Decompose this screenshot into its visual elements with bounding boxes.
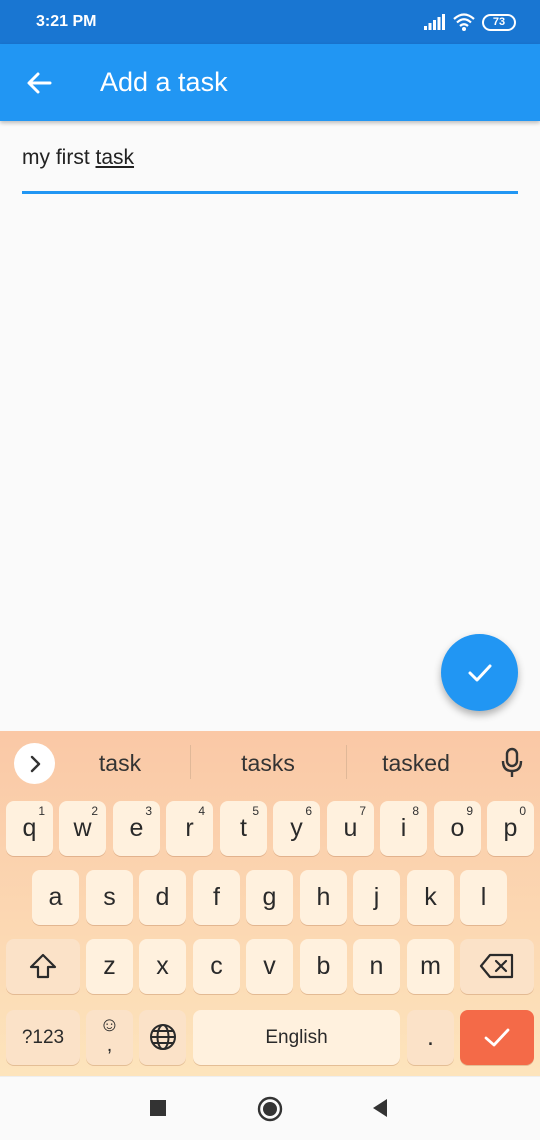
backspace-key[interactable] bbox=[460, 939, 534, 994]
key-u[interactable]: u7 bbox=[327, 801, 374, 856]
key-c[interactable]: c bbox=[193, 939, 240, 994]
suggestion-item[interactable]: tasks bbox=[218, 750, 318, 777]
key-j[interactable]: j bbox=[353, 870, 400, 925]
key-z[interactable]: z bbox=[86, 939, 133, 994]
key-g[interactable]: g bbox=[246, 870, 293, 925]
key-a[interactable]: a bbox=[32, 870, 79, 925]
expand-toolbar-button[interactable] bbox=[14, 743, 55, 784]
wifi-icon bbox=[453, 13, 475, 31]
task-title-input[interactable]: my first task bbox=[22, 140, 518, 194]
key-i[interactable]: i8 bbox=[380, 801, 427, 856]
emoji-comma-key[interactable]: ☺ , bbox=[86, 1010, 133, 1065]
shift-key[interactable] bbox=[6, 939, 80, 994]
microphone-icon[interactable] bbox=[498, 747, 526, 779]
suggestion-item[interactable]: tasked bbox=[366, 750, 466, 777]
check-icon bbox=[468, 664, 492, 682]
recents-icon[interactable] bbox=[149, 1097, 167, 1119]
page-title: Add a task bbox=[100, 67, 228, 97]
space-key[interactable]: English bbox=[193, 1010, 400, 1065]
app-bar: Add a task bbox=[0, 44, 540, 121]
backspace-icon bbox=[479, 953, 514, 979]
key-r[interactable]: r4 bbox=[166, 801, 213, 856]
suggestion-divider bbox=[190, 745, 191, 779]
home-icon[interactable] bbox=[257, 1096, 283, 1122]
key-v[interactable]: v bbox=[246, 939, 293, 994]
globe-icon bbox=[149, 1024, 176, 1050]
key-p[interactable]: p0 bbox=[487, 801, 534, 856]
chevron-right-icon bbox=[30, 755, 41, 773]
enter-key[interactable] bbox=[460, 1010, 534, 1065]
check-icon bbox=[484, 1028, 510, 1047]
key-t[interactable]: t5 bbox=[220, 801, 267, 856]
key-l[interactable]: l bbox=[460, 870, 507, 925]
input-underline bbox=[22, 191, 518, 194]
key-m[interactable]: m bbox=[407, 939, 454, 994]
status-bar: 3:21 PM 73 bbox=[0, 0, 540, 44]
suggestion-strip: task tasks tasked bbox=[0, 731, 540, 793]
battery-indicator: 73 bbox=[482, 14, 516, 31]
key-k[interactable]: k bbox=[407, 870, 454, 925]
status-time: 3:21 PM bbox=[36, 13, 97, 30]
key-w[interactable]: w2 bbox=[59, 801, 106, 856]
key-h[interactable]: h bbox=[300, 870, 347, 925]
key-f[interactable]: f bbox=[193, 870, 240, 925]
back-icon[interactable] bbox=[371, 1097, 389, 1119]
key-n[interactable]: n bbox=[353, 939, 400, 994]
key-o[interactable]: o9 bbox=[434, 801, 481, 856]
save-task-button[interactable] bbox=[441, 634, 518, 711]
key-q[interactable]: q1 bbox=[6, 801, 53, 856]
symbols-key[interactable]: ?123 bbox=[6, 1010, 80, 1065]
period-key[interactable]: . bbox=[407, 1010, 454, 1065]
key-x[interactable]: x bbox=[139, 939, 186, 994]
key-e[interactable]: e3 bbox=[113, 801, 160, 856]
task-title-value[interactable]: my first task bbox=[22, 146, 134, 170]
signal-icon bbox=[424, 14, 445, 30]
back-arrow-icon[interactable] bbox=[24, 68, 54, 98]
key-y[interactable]: y6 bbox=[273, 801, 320, 856]
suggestion-item[interactable]: task bbox=[70, 750, 170, 777]
key-s[interactable]: s bbox=[86, 870, 133, 925]
language-key[interactable] bbox=[139, 1010, 186, 1065]
task-title-text: my first bbox=[22, 146, 96, 169]
soft-keyboard: task tasks tasked q1 w2 e3 r4 t5 y6 u7 i… bbox=[0, 731, 540, 1076]
comma-label: , bbox=[106, 1034, 113, 1056]
key-d[interactable]: d bbox=[139, 870, 186, 925]
system-nav-bar bbox=[0, 1076, 540, 1140]
key-b[interactable]: b bbox=[300, 939, 347, 994]
task-title-composing-word: task bbox=[95, 146, 135, 169]
suggestion-divider bbox=[346, 745, 347, 779]
shift-icon bbox=[29, 953, 57, 979]
